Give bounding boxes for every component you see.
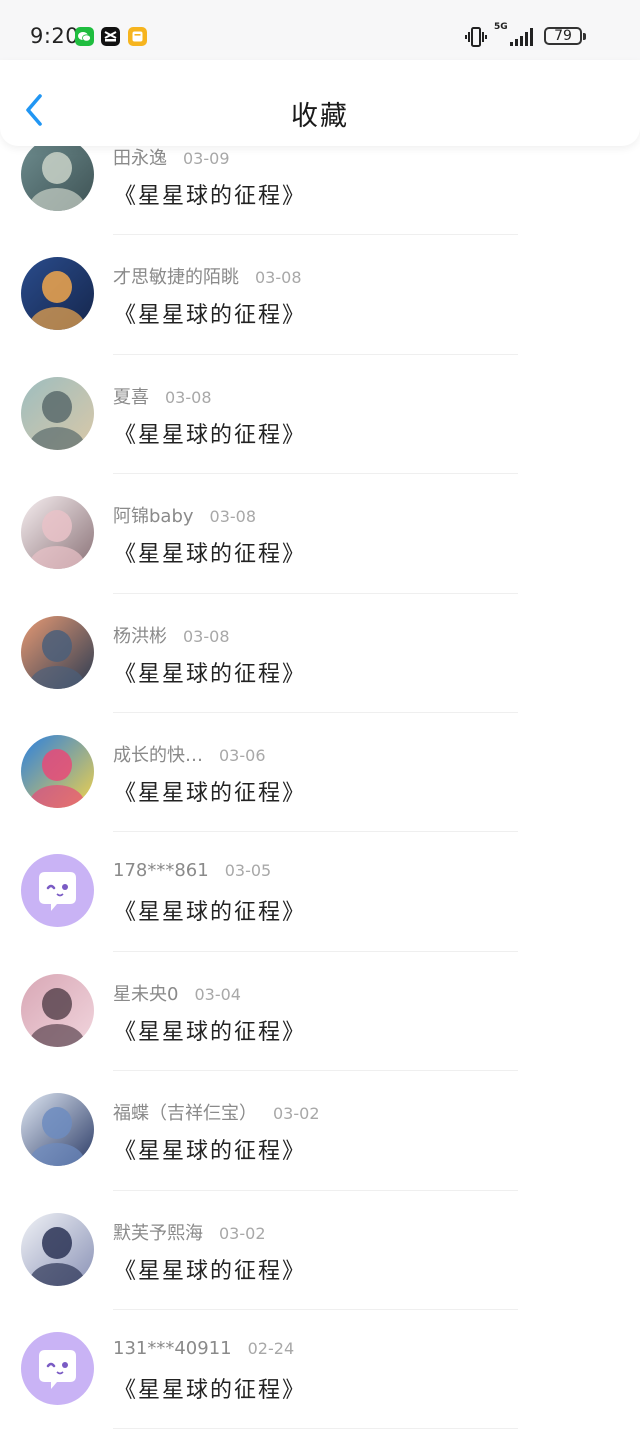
work-title[interactable]: 《星星球的征程》: [114, 656, 306, 688]
favorite-item[interactable]: 成长的快… 03-06 《星星球的征程》: [0, 713, 640, 833]
username[interactable]: 才思敏捷的陌眺: [113, 267, 239, 288]
favorite-date: 03-04: [194, 984, 241, 1004]
vibrate-icon: [465, 27, 487, 47]
username[interactable]: 178***861: [113, 860, 209, 881]
favorite-date: 03-02: [273, 1104, 320, 1124]
work-title[interactable]: 《星星球的征程》: [114, 1133, 306, 1165]
page-title: 收藏: [291, 101, 349, 132]
favorite-date: 03-08: [183, 626, 230, 646]
nav-header: 收藏: [0, 60, 640, 146]
work-title[interactable]: 《星星球的征程》: [114, 536, 306, 568]
avatar[interactable]: [21, 734, 94, 808]
username[interactable]: 131***40911: [113, 1338, 232, 1359]
avatar[interactable]: [21, 973, 94, 1047]
avatar[interactable]: [21, 376, 94, 450]
avatar[interactable]: [21, 615, 94, 689]
signal-icon: [510, 28, 533, 46]
battery-tip: [583, 33, 586, 40]
favorite-date: 03-05: [224, 861, 272, 881]
name-line: 178***861 03-05: [113, 860, 271, 881]
default-avatar-icon[interactable]: [21, 1331, 94, 1405]
avatar[interactable]: [21, 1212, 94, 1286]
username[interactable]: 田永逸: [113, 148, 167, 169]
favorite-date: 02-24: [247, 1338, 295, 1358]
username[interactable]: 福蝶（吉祥仨宝）: [113, 1103, 257, 1124]
name-line: 星未央0 03-04: [113, 980, 241, 1006]
work-title[interactable]: 《星星球的征程》: [114, 178, 306, 210]
favorite-item[interactable]: 阿锦baby 03-08 《星星球的征程》: [0, 474, 640, 594]
name-line: 夏喜 03-08: [113, 383, 212, 409]
favorite-item[interactable]: 福蝶（吉祥仨宝） 03-02 《星星球的征程》: [0, 1071, 640, 1191]
status-time: 9:20: [30, 24, 80, 48]
name-line: 杨洪彬 03-08: [113, 622, 230, 648]
avatar[interactable]: [21, 257, 94, 331]
favorite-item[interactable]: 杨洪彬 03-08 《星星球的征程》: [0, 594, 640, 713]
favorite-item[interactable]: 才思敏捷的陌眺 03-08 《星星球的征程》: [0, 235, 640, 355]
favorite-date: 03-08: [209, 507, 257, 527]
favorite-date: 03-06: [219, 745, 266, 765]
username[interactable]: 默芙予熙海: [113, 1223, 203, 1244]
name-line: 才思敏捷的陌眺 03-08: [113, 263, 302, 289]
favorite-item[interactable]: 夏喜 03-08 《星星球的征程》: [0, 355, 640, 475]
username[interactable]: 杨洪彬: [113, 626, 167, 647]
username[interactable]: 成长的快…: [113, 745, 203, 766]
work-title[interactable]: 《星星球的征程》: [114, 1014, 306, 1046]
name-line: 阿锦baby 03-08: [113, 502, 256, 528]
name-line: 成长的快… 03-06: [113, 741, 266, 767]
favorite-date: 03-08: [165, 387, 212, 407]
favorite-date: 03-09: [183, 149, 230, 168]
favorite-date: 03-02: [219, 1223, 266, 1243]
avatar[interactable]: [21, 138, 94, 211]
username[interactable]: 阿锦baby: [113, 506, 194, 527]
work-title[interactable]: 《星星球的征程》: [114, 775, 306, 807]
work-title[interactable]: 《星星球的征程》: [114, 1253, 306, 1285]
name-line: 福蝶（吉祥仨宝） 03-02: [113, 1099, 320, 1125]
avatar[interactable]: [21, 1093, 94, 1167]
name-line: 田永逸 03-09: [113, 144, 230, 170]
capcut-icon: [101, 27, 120, 46]
username[interactable]: 夏喜: [113, 387, 149, 408]
username[interactable]: 星未央0: [113, 984, 178, 1005]
network-label: 5G: [494, 22, 508, 32]
default-avatar-icon[interactable]: [21, 854, 94, 928]
work-title[interactable]: 《星星球的征程》: [114, 894, 306, 926]
wechat-icon: [75, 27, 94, 46]
work-title[interactable]: 《星星球的征程》: [114, 417, 306, 449]
favorite-date: 03-08: [255, 268, 302, 288]
name-line: 默芙予熙海 03-02: [113, 1219, 266, 1245]
favorite-item[interactable]: 默芙予熙海 03-02 《星星球的征程》: [0, 1191, 640, 1310]
name-line: 131***40911 02-24: [113, 1338, 294, 1359]
work-title[interactable]: 《星星球的征程》: [114, 1372, 306, 1404]
notes-icon: [128, 27, 147, 46]
work-title[interactable]: 《星星球的征程》: [114, 297, 306, 329]
favorites-list: 田永逸 03-09 《星星球的征程》 才思敏捷的陌眺 03-08 《星星球的征程》 夏喜 03…: [0, 116, 640, 1429]
avatar[interactable]: [21, 496, 94, 570]
favorite-item[interactable]: 星未央0 03-04 《星星球的征程》: [0, 952, 640, 1072]
battery-indicator: 79: [544, 27, 582, 45]
favorite-item[interactable]: 131***40911 02-24 《星星球的征程》: [0, 1310, 640, 1429]
favorite-item[interactable]: 178***861 03-05 《星星球的征程》: [0, 832, 640, 952]
